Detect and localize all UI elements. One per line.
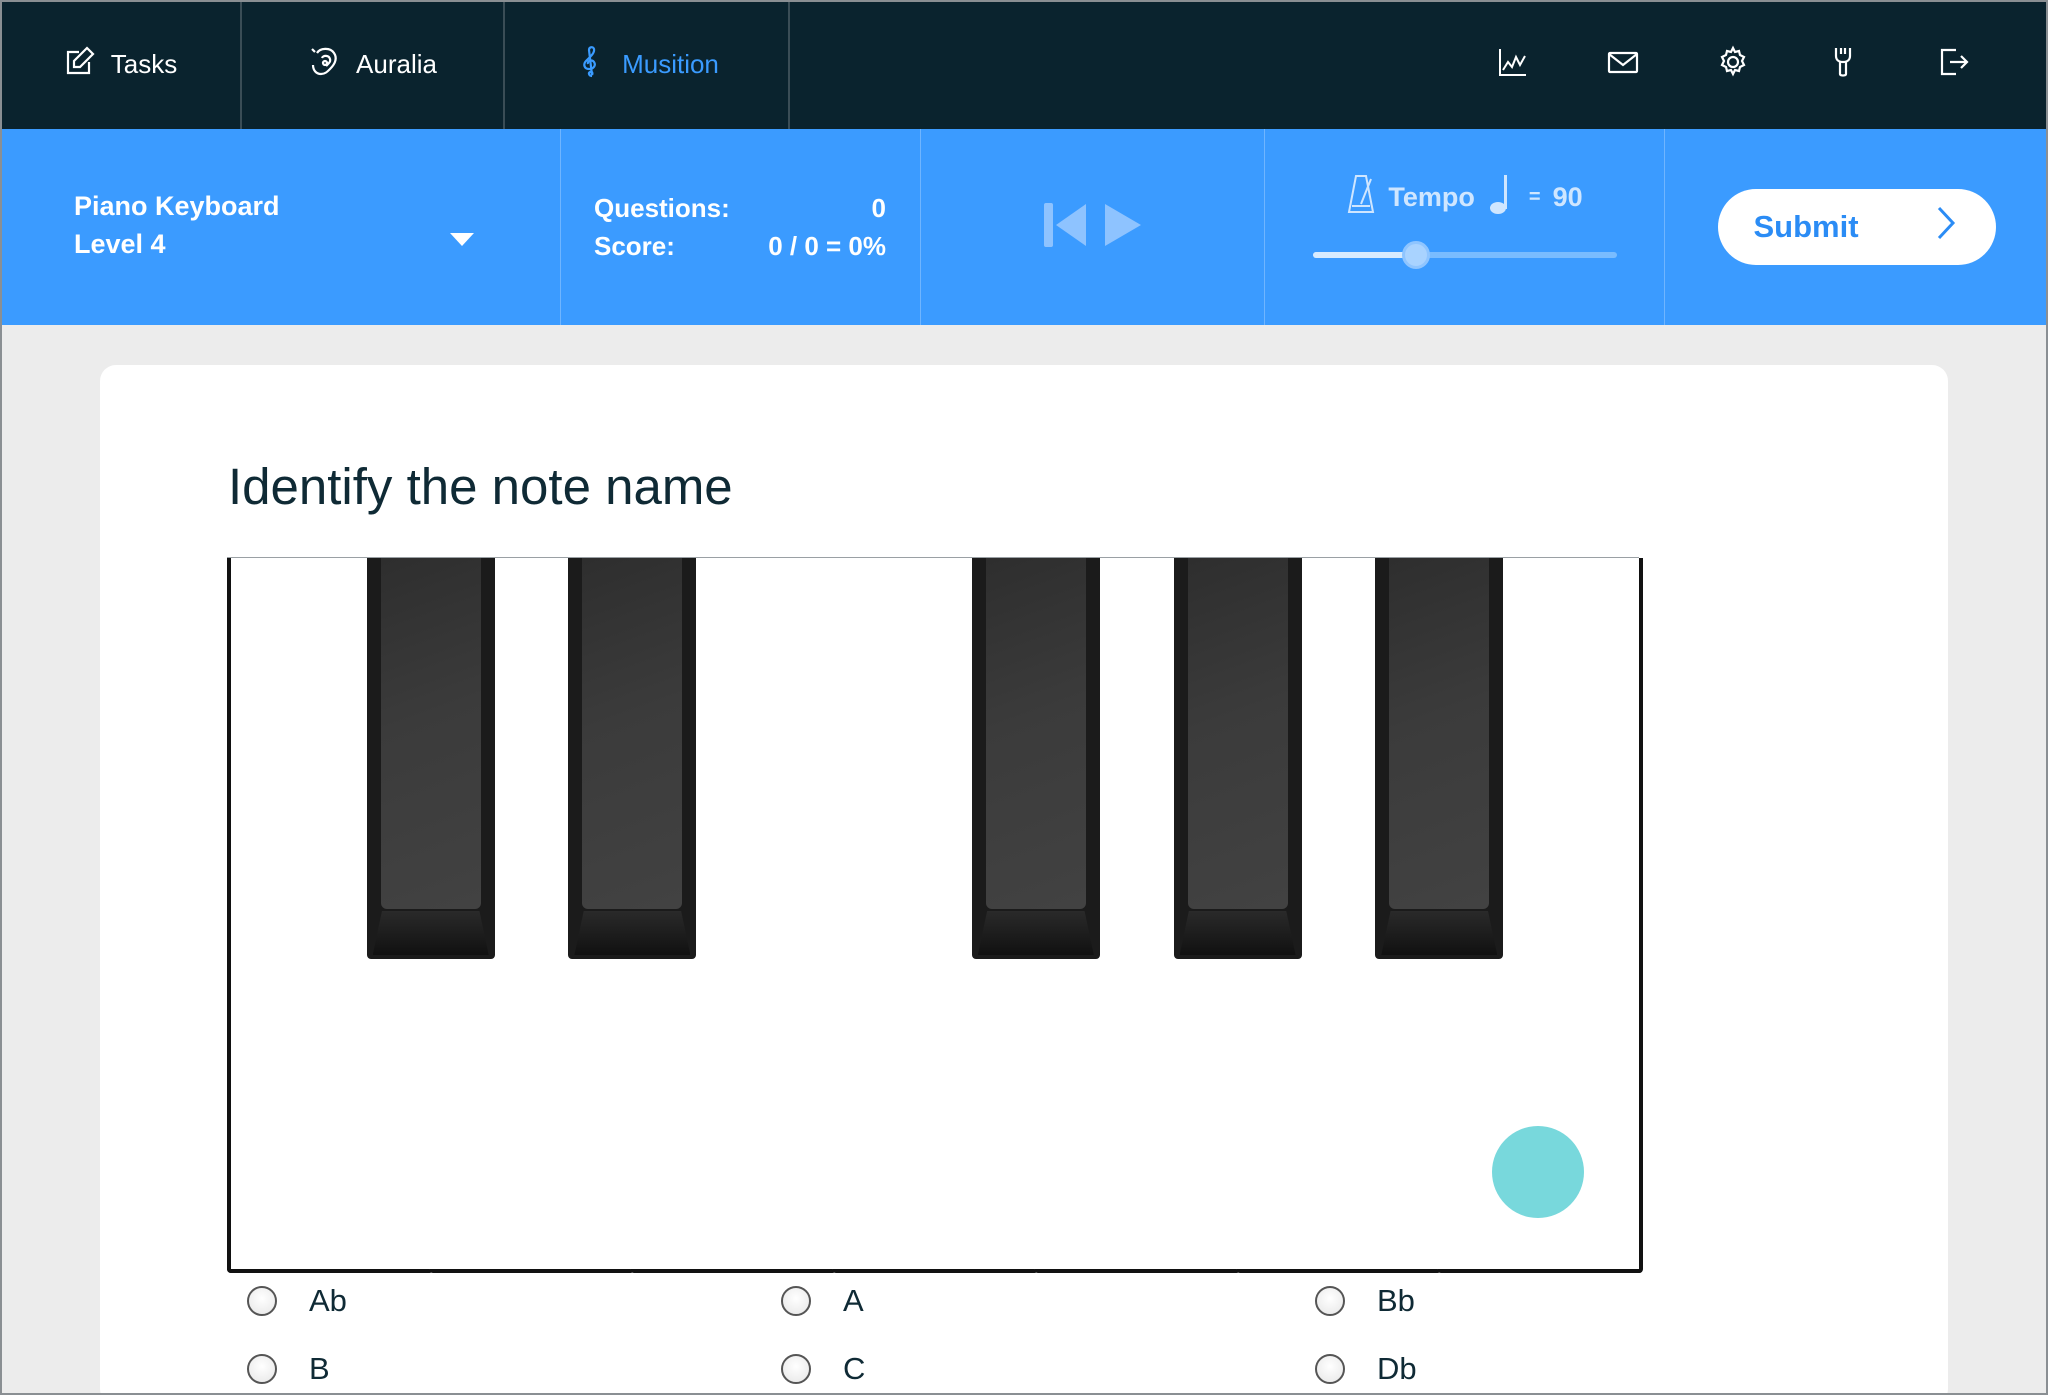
top-nav: Tasks Auralia Musition [0,0,2048,129]
tab-tasks-label: Tasks [110,49,178,79]
black-key [971,558,1100,959]
tempo-slider[interactable] [1312,240,1617,270]
black-key [1173,558,1302,959]
tab-musition-label: Musition [622,49,719,79]
answer-radio[interactable] [781,1354,811,1384]
logout-button[interactable] [1898,0,2008,129]
exercise-name: Piano Keyboard [74,191,280,221]
score-label: Score: [594,231,675,261]
answer-radio[interactable] [247,1286,277,1316]
answer-option[interactable]: B [247,1351,330,1387]
tab-musition[interactable]: Musition [505,0,790,129]
exercise-toolbar: Piano Keyboard Level 4 Questions: 0 Scor… [0,129,2048,325]
tempo-control: Tempo = 90 [1265,129,1665,325]
logout-icon [1936,45,1970,84]
tempo-slider-thumb[interactable] [1401,241,1430,269]
answer-label: Ab [309,1283,347,1318]
questions-value: 0 [871,193,886,223]
question-title: Identify the note name [228,458,733,515]
tempo-label: Tempo [1388,182,1475,212]
chart-icon [1496,45,1530,84]
play-button[interactable] [1102,201,1144,254]
answer-radio[interactable] [1315,1286,1345,1316]
metronome-icon [1346,173,1376,222]
level-name: Level 4 [74,229,166,259]
tempo-equals: = [1528,186,1541,208]
tab-auralia-label: Auralia [356,49,437,79]
treble-clef-icon [574,44,608,85]
messages-button[interactable] [1568,0,1678,129]
tab-auralia[interactable]: Auralia [242,0,505,129]
piano-keyboard [227,557,1643,1273]
black-key [568,558,697,959]
score-value: 0 / 0 = 0% [768,231,886,261]
tab-tasks[interactable]: Tasks [0,0,242,129]
settings-button[interactable] [1678,0,1788,129]
answer-label: C [843,1351,866,1386]
play-icon [1102,201,1144,254]
questions-label: Questions: [594,193,730,223]
answer-option[interactable]: Bb [1315,1283,1415,1319]
answer-option[interactable]: Ab [247,1283,347,1319]
answer-radio[interactable] [781,1286,811,1316]
ear-icon [308,44,342,85]
dropdown-caret-icon [450,233,474,246]
progress-chart-button[interactable] [1458,0,1568,129]
black-key [366,558,495,959]
answer-option[interactable]: A [781,1283,864,1319]
note-marker [1492,1126,1585,1218]
tools-button[interactable] [1788,0,1898,129]
tools-icon [1826,45,1860,84]
skip-back-icon [1042,201,1088,254]
black-key [1375,558,1504,959]
mail-icon [1606,45,1640,84]
edit-icon [63,44,97,85]
level-selector[interactable]: Piano Keyboard Level 4 [0,129,561,325]
answer-label: Db [1377,1351,1417,1386]
question-card: Identify the note name Ab A Bb B C Db [100,365,1948,1395]
playback-controls [921,129,1265,325]
tempo-value: 90 [1552,182,1583,212]
restart-button[interactable] [1042,201,1088,254]
answer-radio[interactable] [247,1354,277,1384]
submit-label: Submit [1753,209,1859,244]
answer-label: A [843,1283,864,1318]
answer-option[interactable]: C [781,1351,865,1387]
submit-button[interactable]: Submit [1717,189,1996,265]
tempo-slider-fill [1312,252,1416,258]
quarter-note-icon [1487,173,1517,222]
answer-option[interactable]: Db [1315,1351,1417,1387]
score-panel: Questions: 0 Score: 0 / 0 = 0% [561,129,921,325]
answer-label: B [309,1351,330,1386]
chevron-right-icon [1932,204,1960,250]
answer-radio[interactable] [1315,1354,1345,1384]
answer-label: Bb [1377,1283,1415,1318]
settings-icon [1716,45,1750,84]
